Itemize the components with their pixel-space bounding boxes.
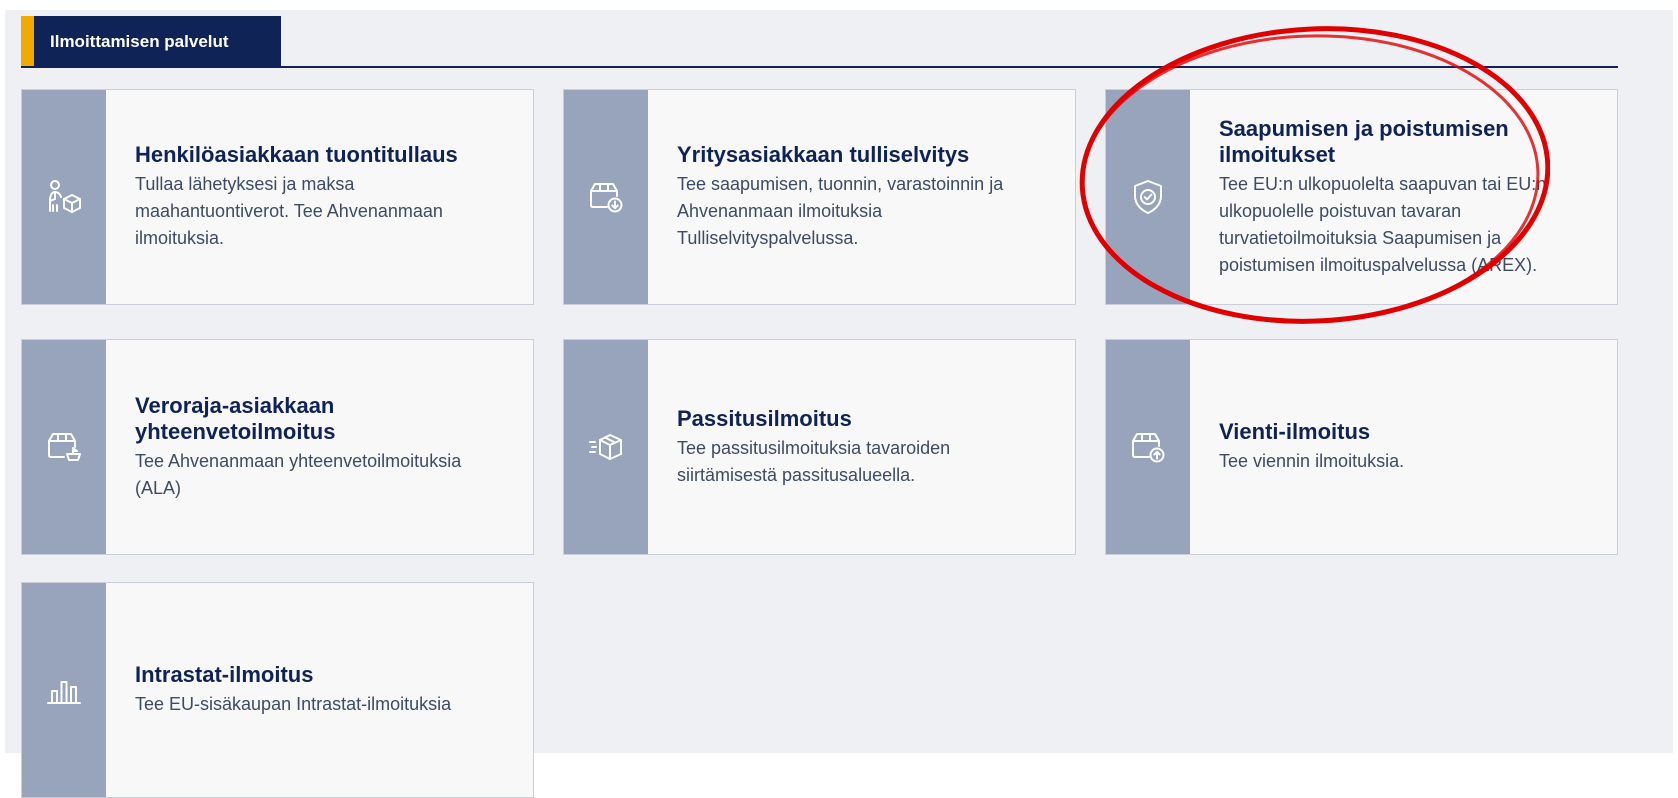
card-body: Vienti-ilmoitus Tee viennin ilmoituksia. (1190, 340, 1617, 554)
tab-accent (21, 16, 34, 67)
card-rail (564, 90, 648, 304)
tab-ilmoittamisen-palvelut[interactable]: Ilmoittamisen palvelut (21, 16, 281, 67)
bar-chart-icon (44, 670, 84, 710)
card-description: Tee passitusilmoituksia tavaroiden siirt… (677, 437, 951, 485)
card-title[interactable]: Yritysasiakkaan tulliselvitys (677, 142, 1045, 168)
card-description: Tee EU:n ulkopuolelta saapuvan tai EU:n … (1219, 173, 1547, 275)
person-package-icon (44, 177, 84, 217)
card-title[interactable]: Saapumisen ja poistumisen ilmoitukset (1219, 116, 1587, 168)
service-card-saapumisen-ja-poistumisen-ilmoitukset[interactable]: Saapumisen ja poistumisen ilmoitukset Te… (1105, 89, 1618, 305)
card-rail (22, 340, 106, 554)
card-title[interactable]: Intrastat-ilmoitus (135, 662, 503, 688)
card-title[interactable]: Vienti-ilmoitus (1219, 419, 1587, 445)
card-body: Intrastat-ilmoitus Tee EU-sisäkaupan Int… (106, 583, 533, 797)
card-title[interactable]: Veroraja-asiakkaan yhteenvetoilmoitus (135, 393, 503, 445)
package-ship-icon (44, 427, 84, 467)
shield-check-icon (1128, 177, 1168, 217)
service-card-intrastat-ilmoitus[interactable]: Intrastat-ilmoitus Tee EU-sisäkaupan Int… (21, 582, 534, 798)
service-card-passitusilmoitus[interactable]: Passitusilmoitus Tee passitusilmoituksia… (563, 339, 1076, 555)
card-description: Tee viennin ilmoituksia. (1219, 451, 1405, 471)
card-description: Tee Ahvenanmaan yhteenvetoilmoituksia (A… (135, 450, 462, 498)
moving-package-icon (586, 427, 626, 467)
card-rail (22, 583, 106, 797)
package-download-icon (586, 177, 626, 217)
card-description: Tullaa lähetyksesi ja maksa maahantuonti… (135, 174, 443, 248)
card-body: Veroraja-asiakkaan yhteenvetoilmoitus Te… (106, 340, 533, 554)
card-body: Yritysasiakkaan tulliselvitys Tee saapum… (648, 90, 1075, 304)
card-title[interactable]: Henkilöasiakkaan tuontitullaus (135, 142, 503, 168)
tab-underline (21, 66, 1618, 68)
card-rail (22, 90, 106, 304)
package-upload-icon (1128, 427, 1168, 467)
card-rail (564, 340, 648, 554)
service-card-veroraja-asiakkaan-yhteenvetoilmoitus[interactable]: Veroraja-asiakkaan yhteenvetoilmoitus Te… (21, 339, 534, 555)
service-card-vienti-ilmoitus[interactable]: Vienti-ilmoitus Tee viennin ilmoituksia. (1105, 339, 1618, 555)
service-card-henkiloasiakkaan-tuontitullaus[interactable]: Henkilöasiakkaan tuontitullaus Tullaa lä… (21, 89, 534, 305)
card-body: Henkilöasiakkaan tuontitullaus Tullaa lä… (106, 90, 533, 304)
tab-label: Ilmoittamisen palvelut (34, 16, 281, 67)
card-description: Tee EU-sisäkaupan Intrastat-ilmoituksia (135, 694, 452, 714)
card-body: Passitusilmoitus Tee passitusilmoituksia… (648, 340, 1075, 554)
card-rail (1106, 90, 1190, 304)
card-title[interactable]: Passitusilmoitus (677, 406, 1045, 432)
service-card-yritysasiakkaan-tulliselvitys[interactable]: Yritysasiakkaan tulliselvitys Tee saapum… (563, 89, 1076, 305)
card-rail (1106, 340, 1190, 554)
card-body: Saapumisen ja poistumisen ilmoitukset Te… (1190, 90, 1617, 304)
card-description: Tee saapumisen, tuonnin, varastoinnin ja… (677, 174, 1004, 248)
